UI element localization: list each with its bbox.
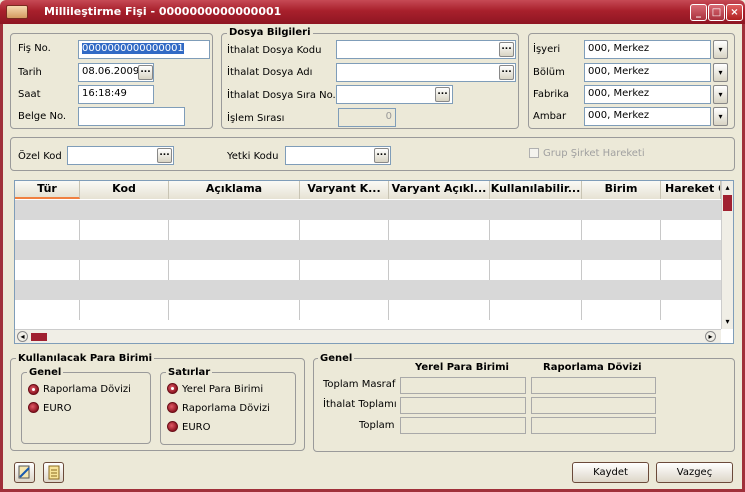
fis-no-label: Fiş No.: [18, 43, 51, 54]
para-birimi-title: Kullanılacak Para Birimi: [16, 353, 155, 364]
bolum-select[interactable]: 000, Merkez: [584, 63, 711, 82]
genel-euro-radio[interactable]: [28, 402, 39, 413]
ambar-select[interactable]: 000, Merkez: [584, 107, 711, 126]
lines-grid[interactable]: Tür Kod Açıklama Varyant K... Varyant Aç…: [14, 180, 734, 344]
isyeri-select[interactable]: 000, Merkez: [584, 40, 711, 59]
dosya-sira-label: İthalat Dosya Sıra No.: [227, 90, 336, 101]
scroll-up-icon[interactable]: ▴: [723, 183, 732, 192]
satirlar-euro-label: EURO: [182, 422, 211, 433]
maximize-button[interactable]: □: [708, 4, 725, 21]
table-row[interactable]: [15, 260, 721, 280]
satirlar-yerel-label: Yerel Para Birimi: [182, 384, 264, 395]
dosya-adi-lookup-icon[interactable]: ...: [499, 65, 514, 80]
satirlar-title: Satırlar: [166, 367, 213, 378]
dosya-bilgileri-title: Dosya Bilgileri: [227, 27, 313, 38]
toplam-masraf-yerel: [400, 377, 526, 394]
dosya-kodu-label: İthalat Dosya Kodu: [227, 45, 322, 56]
minimize-button[interactable]: _: [690, 4, 707, 21]
col-raporlama-header: Raporlama Dövizi: [543, 362, 642, 373]
genel-raporlama-radio[interactable]: [28, 384, 39, 395]
genel-raporlama-label: Raporlama Dövizi: [43, 384, 131, 395]
genel-totals-title: Genel: [318, 353, 355, 364]
vertical-scroll-thumb[interactable]: [723, 195, 732, 211]
edit-toolbar-button[interactable]: [14, 462, 35, 483]
yetki-kodu-lookup-icon[interactable]: ...: [374, 148, 389, 163]
col-tur-header[interactable]: Tür: [15, 181, 80, 199]
col-varyant-aciklama-header[interactable]: Varyant Açıkl...: [389, 181, 490, 199]
table-row[interactable]: [15, 280, 721, 300]
dosya-adi-label: İthalat Dosya Adı: [227, 67, 313, 78]
kaydet-button[interactable]: Kaydet: [572, 462, 649, 483]
fabrika-dropdown-icon[interactable]: ▾: [713, 85, 728, 104]
islem-sirasi-input: 0: [338, 108, 396, 127]
scroll-down-icon[interactable]: ▾: [723, 317, 732, 326]
fis-no-input[interactable]: 0000000000000001: [78, 40, 210, 59]
window-title: Millileştirme Fişi - 0000000000000001: [44, 5, 282, 18]
toplam-yerel: [400, 417, 526, 434]
col-birim-header[interactable]: Birim: [582, 181, 661, 199]
table-row[interactable]: [15, 220, 721, 240]
scroll-left-icon[interactable]: ◂: [17, 331, 28, 342]
ithalat-toplami-label: İthalat Toplamı: [323, 399, 397, 410]
col-yerel-header: Yerel Para Birimi: [415, 362, 509, 373]
tarih-picker-icon[interactable]: ...: [138, 65, 153, 80]
belge-no-label: Belge No.: [18, 111, 67, 122]
table-row[interactable]: [15, 200, 721, 220]
table-row[interactable]: [15, 300, 721, 320]
ithalat-toplami-yerel: [400, 397, 526, 414]
grup-sirket-label: Grup Şirket Hareketi: [543, 148, 645, 159]
ambar-dropdown-icon[interactable]: ▾: [713, 107, 728, 126]
isyeri-label: İşyeri: [533, 44, 561, 55]
document-icon: [48, 465, 60, 480]
toplam-label: Toplam: [359, 420, 395, 431]
islem-sirasi-label: İşlem Sırası: [227, 113, 285, 124]
ambar-label: Ambar: [533, 111, 567, 122]
satirlar-euro-radio[interactable]: [167, 421, 178, 432]
toplam-masraf-label: Toplam Masraf: [323, 379, 396, 390]
saat-input[interactable]: 16:18:49: [78, 85, 154, 104]
col-aciklama-header[interactable]: Açıklama: [169, 181, 300, 199]
col-kod-header[interactable]: Kod: [80, 181, 169, 199]
app-icon: [6, 5, 28, 19]
table-row[interactable]: [15, 240, 721, 260]
ozel-kod-label: Özel Kod: [18, 151, 62, 162]
belge-no-input[interactable]: [78, 107, 185, 126]
horizontal-scroll-thumb[interactable]: [31, 333, 47, 341]
genel-currency-group: [21, 372, 151, 444]
dosya-kodu-lookup-icon[interactable]: ...: [499, 42, 514, 57]
isyeri-dropdown-icon[interactable]: ▾: [713, 40, 728, 59]
tarih-label: Tarih: [18, 67, 42, 78]
saat-label: Saat: [18, 89, 41, 100]
ithalat-toplami-raporlama: [531, 397, 656, 414]
vertical-scrollbar[interactable]: ▴ ▾: [721, 181, 733, 329]
dosya-kodu-input[interactable]: [336, 40, 516, 59]
notes-toolbar-button[interactable]: [43, 462, 64, 483]
fabrika-label: Fabrika: [533, 89, 569, 100]
dosya-adi-input[interactable]: [336, 63, 516, 82]
col-kullanilabilir-header[interactable]: Kullanılabilir...: [490, 181, 582, 199]
genel-currency-title: Genel: [27, 367, 64, 378]
toplam-masraf-raporlama: [531, 377, 656, 394]
vazgec-button[interactable]: Vazgeç: [656, 462, 733, 483]
toplam-raporlama: [531, 417, 656, 434]
bolum-dropdown-icon[interactable]: ▾: [713, 63, 728, 82]
col-varyant-kod-header[interactable]: Varyant K...: [300, 181, 389, 199]
close-button[interactable]: ×: [726, 4, 743, 21]
col-hareket-header[interactable]: Hareket Ö: [661, 181, 721, 199]
horizontal-scrollbar[interactable]: ◂ ▸: [15, 329, 721, 343]
fabrika-select[interactable]: 000, Merkez: [584, 85, 711, 104]
satirlar-raporlama-radio[interactable]: [167, 402, 178, 413]
title-bar: Millileştirme Fişi - 0000000000000001 _ …: [0, 0, 745, 24]
yetki-kodu-label: Yetki Kodu: [227, 151, 279, 162]
ozel-kod-lookup-icon[interactable]: ...: [157, 148, 172, 163]
edit-icon: [18, 465, 30, 479]
dosya-sira-lookup-icon[interactable]: ...: [435, 87, 450, 102]
satirlar-raporlama-label: Raporlama Dövizi: [182, 403, 270, 414]
genel-euro-label: EURO: [43, 403, 72, 414]
satirlar-yerel-radio[interactable]: [167, 383, 178, 394]
grup-sirket-checkbox[interactable]: [529, 148, 539, 158]
scroll-right-icon[interactable]: ▸: [705, 331, 716, 342]
bolum-label: Bölüm: [533, 67, 565, 78]
